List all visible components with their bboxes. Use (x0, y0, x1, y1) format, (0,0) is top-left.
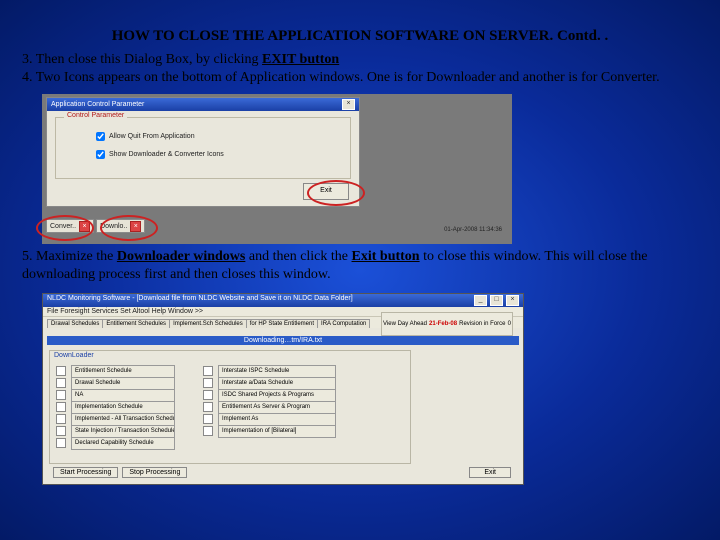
checkbox-icon[interactable] (56, 366, 66, 376)
date-value: 21-Feb-08 (429, 321, 457, 327)
checkbox-icon[interactable] (56, 426, 66, 436)
revision-label: Revision in Force (459, 321, 505, 327)
checkbox-icon[interactable] (203, 426, 213, 436)
dialog-titlebar: Application Control Parameter × (47, 98, 359, 111)
group-legend: Control Parameter (64, 112, 127, 119)
screenshot-control-parameter: Application Control Parameter × Control … (42, 94, 512, 244)
download-status: Downloading…tm/IRA.txt (47, 336, 519, 345)
maximize-icon[interactable]: □ (490, 295, 503, 306)
revision-value: 0 (508, 321, 511, 327)
status-date: 01-Apr-2008 11:34:36 (444, 227, 502, 233)
dialog-control-parameter: Application Control Parameter × Control … (46, 97, 360, 207)
close-icon[interactable]: × (130, 221, 141, 232)
exit-button[interactable]: Exit (303, 183, 349, 200)
stop-processing-button[interactable]: Stop Processing (122, 467, 187, 478)
date-revision-box: View Day Ahead 21-Feb-08 Revision in For… (381, 312, 513, 336)
checkbox-icon[interactable] (56, 414, 66, 424)
close-icon[interactable]: × (342, 99, 355, 110)
screenshot-downloader-window: NLDC Monitoring Software - [Download fil… (42, 293, 522, 483)
view-label: View Day Ahead (383, 321, 427, 327)
checkbox-icon[interactable] (203, 378, 213, 388)
step3-prefix: 3. Then close this Dialog Box, by clicki… (22, 52, 262, 67)
downloader-window: NLDC Monitoring Software - [Download fil… (42, 293, 524, 485)
page-title: HOW TO CLOSE THE APPLICATION SOFTWARE ON… (0, 0, 720, 51)
taskbar-label: Downlo.. (100, 223, 127, 230)
instruction-step-3-4: 3. Then close this Dialog Box, by clicki… (0, 51, 720, 92)
exit-button[interactable]: Exit (469, 467, 511, 478)
checkbox-icon[interactable] (96, 132, 105, 141)
checkbox-show-icons[interactable]: Show Downloader & Converter Icons (96, 150, 224, 159)
checkbox-icon[interactable] (203, 414, 213, 424)
panel-title: DownLoader (50, 351, 410, 360)
taskbar-label: Conver.. (50, 223, 76, 230)
taskbar-item-downloader[interactable]: Downlo.. × (96, 219, 145, 233)
checkbox-icon[interactable] (56, 402, 66, 412)
taskbar-icons: Conver.. × Downlo.. × (46, 219, 246, 233)
tab[interactable]: Implement.Sch Schedules (169, 319, 247, 328)
checkbox-icon[interactable] (56, 378, 66, 388)
start-processing-button[interactable]: Start Processing (53, 467, 118, 478)
taskbar-item-converter[interactable]: Conver.. × (46, 219, 94, 233)
step3-emphasis: EXIT button (262, 52, 339, 67)
minimize-icon[interactable]: _ (474, 295, 487, 306)
dialog-title-text: Application Control Parameter (51, 101, 144, 108)
checkbox-icon[interactable] (203, 366, 213, 376)
tab[interactable]: IRA Computation (317, 319, 370, 328)
control-parameter-group: Control Parameter Allow Quit From Applic… (55, 117, 351, 179)
checkbox-icon[interactable] (203, 402, 213, 412)
checkbox-allow-quit[interactable]: Allow Quit From Application (96, 132, 195, 141)
step4-text: 4. Two Icons appears on the bottom of Ap… (22, 70, 660, 85)
checkbox-icon[interactable] (56, 390, 66, 400)
close-icon[interactable]: × (79, 221, 90, 232)
instruction-step-5: 5. Maximize the Downloader windows and t… (0, 248, 720, 289)
checkbox-icon[interactable] (56, 438, 66, 448)
schedule-button[interactable]: Declared Capability Schedule (71, 437, 175, 450)
window-title-text: NLDC Monitoring Software - [Download fil… (47, 295, 353, 306)
tab[interactable]: for HP State Entitlement (246, 319, 318, 328)
checkbox-icon[interactable] (96, 150, 105, 159)
tab[interactable]: Drawal Schedules (47, 319, 103, 328)
close-icon[interactable]: × (506, 295, 519, 306)
schedule-button[interactable]: Implementation of [Bilateral] (218, 425, 336, 438)
checkbox-label: Allow Quit From Application (109, 133, 195, 140)
checkbox-label: Show Downloader & Converter Icons (109, 151, 224, 158)
step5-c: and then click the (245, 249, 351, 264)
tab[interactable]: Entitlement Schedules (102, 319, 170, 328)
step5-d: Exit button (352, 249, 420, 264)
window-titlebar: NLDC Monitoring Software - [Download fil… (43, 294, 523, 307)
downloader-panel: DownLoader Entitlement ScheduleInterstat… (49, 350, 411, 464)
step5-b: Downloader windows (117, 249, 246, 264)
checkbox-icon[interactable] (203, 390, 213, 400)
step5-a: 5. Maximize the (22, 249, 117, 264)
